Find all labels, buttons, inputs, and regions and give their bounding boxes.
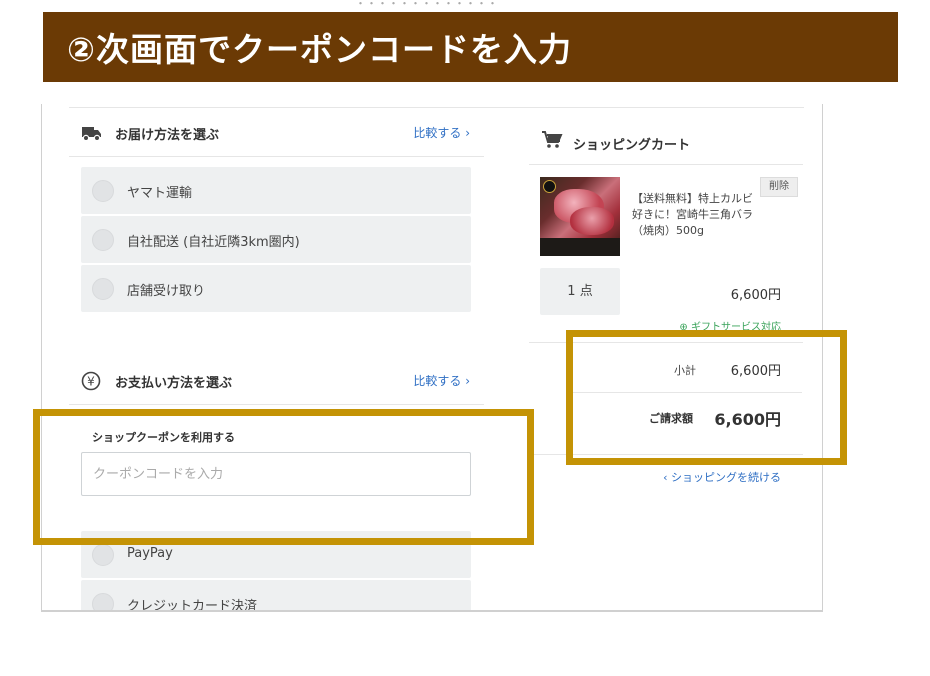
radio-button[interactable] xyxy=(92,278,114,300)
radio-button[interactable] xyxy=(92,180,114,202)
cart-title: ショッピングカート xyxy=(573,138,691,153)
option-label: クレジットカード決済 xyxy=(127,599,258,612)
banner-title: ②次画面でクーポンコードを入力 xyxy=(67,30,572,69)
product-image[interactable] xyxy=(540,177,620,256)
svg-text:¥: ¥ xyxy=(87,375,95,389)
cropped-text: ・・・・・・・・・・・・・ xyxy=(355,0,498,10)
delivery-compare-link[interactable]: 比較する › xyxy=(413,124,470,141)
payment-section-header: ¥ お支払い方法を選ぶ 比較する › xyxy=(69,356,484,405)
coupon-highlight-frame xyxy=(33,409,534,545)
delivery-option-pickup[interactable]: 店舗受け取り xyxy=(81,265,471,312)
cart-header: ショッピングカート xyxy=(529,108,803,165)
delete-button[interactable]: 削除 xyxy=(760,177,798,197)
option-label: 店舗受け取り xyxy=(127,284,206,299)
option-label: ヤマト運輸 xyxy=(127,186,193,201)
payment-option-credit[interactable]: クレジットカード決済 xyxy=(81,580,471,612)
radio-button[interactable] xyxy=(92,544,114,566)
product-name[interactable]: 【送料無料】特上カルビ好きに！宮崎牛三角バラ（焼肉）500g xyxy=(632,191,756,239)
instruction-banner: ②次画面でクーポンコードを入力 xyxy=(43,12,898,82)
payment-compare-link[interactable]: 比較する › xyxy=(413,372,470,389)
delivery-title: お届け方法を選ぶ xyxy=(115,128,220,143)
option-label: 自社配送 (自社近隣3km圏内) xyxy=(127,235,300,250)
continue-shopping-link[interactable]: ‹ ショッピングを続ける xyxy=(663,469,781,485)
delivery-option-self[interactable]: 自社配送 (自社近隣3km圏内) xyxy=(81,216,471,263)
truck-icon xyxy=(82,127,101,142)
item-price: 6,600円 xyxy=(730,288,781,303)
option-label: PayPay xyxy=(127,546,173,561)
delivery-option-yamato[interactable]: ヤマト運輸 xyxy=(81,167,471,214)
radio-button[interactable] xyxy=(92,229,114,251)
payment-title: お支払い方法を選ぶ xyxy=(115,376,233,391)
radio-button[interactable] xyxy=(92,593,114,610)
delivery-section-header: お届け方法を選ぶ 比較する › xyxy=(69,108,484,157)
cart-icon xyxy=(542,131,563,148)
total-highlight-frame xyxy=(566,330,847,465)
quantity-selector[interactable]: 1 点 xyxy=(540,268,620,315)
yen-icon: ¥ xyxy=(81,371,101,391)
